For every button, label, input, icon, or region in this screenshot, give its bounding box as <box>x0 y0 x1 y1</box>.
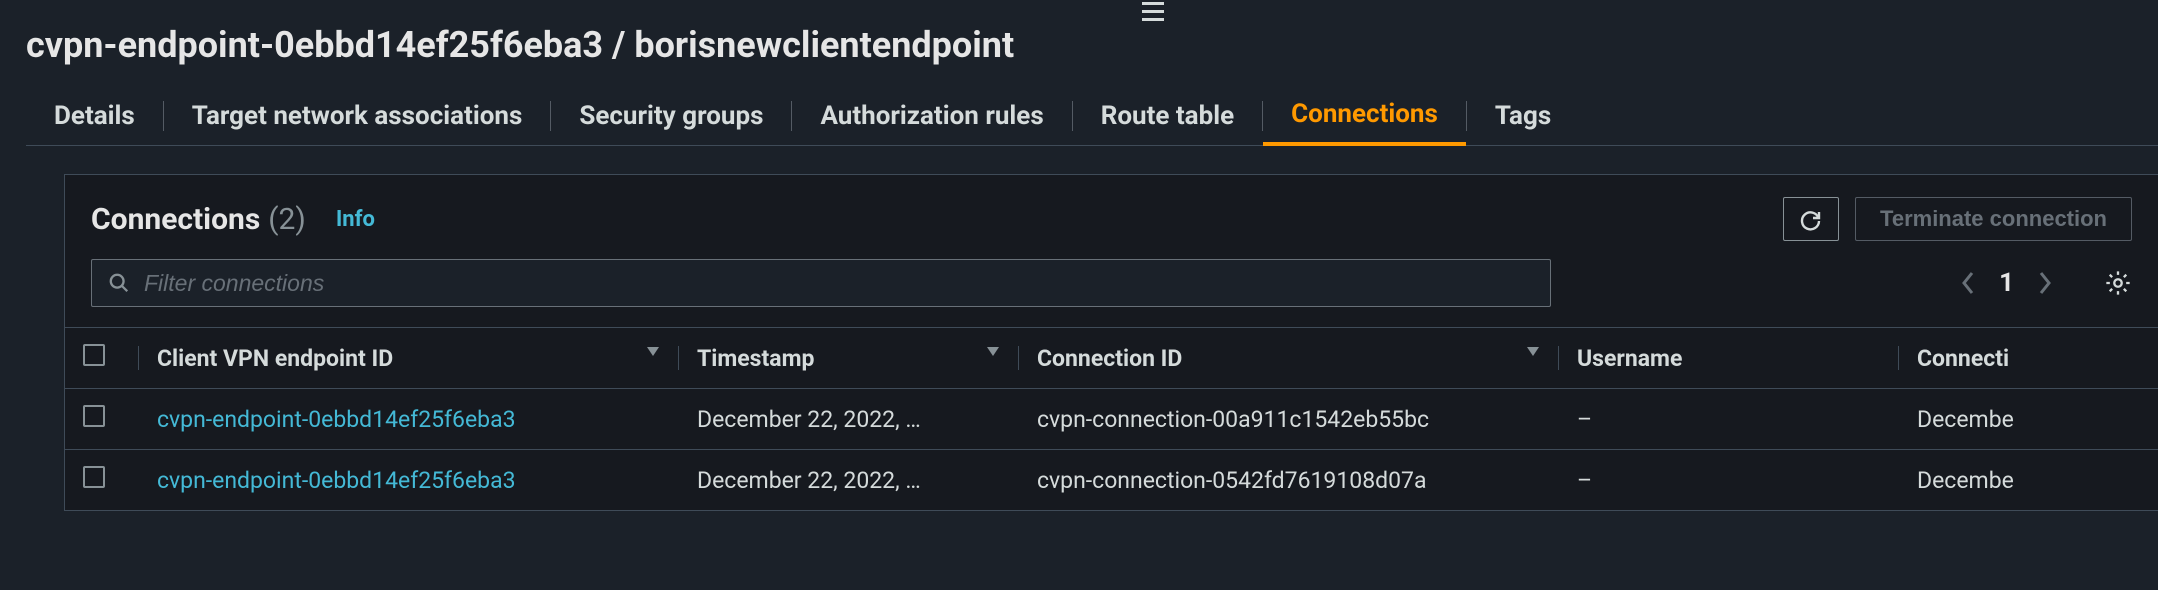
cell-username: – <box>1559 450 1899 511</box>
tab-route-table[interactable]: Route table <box>1073 86 1262 146</box>
endpoint-id-link[interactable]: cvpn-endpoint-0ebbd14ef25f6eba3 <box>157 467 516 494</box>
cell-connection-id: cvpn-connection-00a911c1542eb55bc <box>1019 389 1559 450</box>
endpoint-id-link[interactable]: cvpn-endpoint-0ebbd14ef25f6eba3 <box>157 406 516 433</box>
tab-tags[interactable]: Tags <box>1467 86 1579 146</box>
tabs-bar: Details Target network associations Secu… <box>26 86 2158 146</box>
cell-connection-established: Decembe <box>1899 450 2158 511</box>
search-icon <box>108 272 130 294</box>
cell-connection-established: Decembe <box>1899 389 2158 450</box>
column-label: Connection ID <box>1037 345 1182 372</box>
cell-timestamp: December 22, 2022, … <box>679 450 1019 511</box>
column-header-connection-established[interactable]: Connecti <box>1899 328 2158 389</box>
select-all-header <box>65 328 139 389</box>
column-label: Client VPN endpoint ID <box>157 345 393 372</box>
tab-connections[interactable]: Connections <box>1263 86 1466 146</box>
tab-authorization-rules[interactable]: Authorization rules <box>792 86 1071 146</box>
sort-icon[interactable] <box>985 345 1001 357</box>
column-header-timestamp[interactable]: Timestamp <box>679 328 1019 389</box>
row-checkbox[interactable] <box>83 466 105 488</box>
row-checkbox[interactable] <box>83 405 105 427</box>
connections-table: Client VPN endpoint ID Timestamp Connect… <box>65 327 2158 510</box>
cell-username: – <box>1559 389 1899 450</box>
table-row[interactable]: cvpn-endpoint-0ebbd14ef25f6eba3 December… <box>65 389 2158 450</box>
refresh-button[interactable] <box>1783 197 1839 241</box>
select-all-checkbox[interactable] <box>83 344 105 366</box>
column-header-username[interactable]: Username <box>1559 328 1899 389</box>
column-label: Connecti <box>1917 345 2009 372</box>
cell-timestamp: December 22, 2022, … <box>679 389 1019 450</box>
gear-icon <box>2104 269 2132 297</box>
settings-button[interactable] <box>2104 269 2132 297</box>
info-link[interactable]: Info <box>336 207 375 232</box>
cell-connection-id: cvpn-connection-0542fd7619108d07a <box>1019 450 1559 511</box>
pagination: 1 <box>1959 268 2132 298</box>
column-label: Timestamp <box>697 345 814 372</box>
filter-connections-input[interactable] <box>144 270 1534 297</box>
prev-page-button[interactable] <box>1959 269 1977 297</box>
sort-icon[interactable] <box>645 345 661 357</box>
panel-count: (2) <box>268 202 306 237</box>
table-header-row: Client VPN endpoint ID Timestamp Connect… <box>65 328 2158 389</box>
column-header-endpoint-id[interactable]: Client VPN endpoint ID <box>139 328 679 389</box>
hamburger-icon[interactable] <box>1142 0 1164 23</box>
page-title: cvpn-endpoint-0ebbd14ef25f6eba3 / borisn… <box>26 24 1014 66</box>
page-number: 1 <box>1999 268 2014 298</box>
panel-header: Connections (2) Info Terminate connectio… <box>65 175 2158 259</box>
column-header-connection-id[interactable]: Connection ID <box>1019 328 1559 389</box>
connections-panel: Connections (2) Info Terminate connectio… <box>64 174 2158 511</box>
tab-security-groups[interactable]: Security groups <box>551 86 791 146</box>
panel-title: Connections <box>91 202 260 237</box>
search-box[interactable] <box>91 259 1551 307</box>
table-row[interactable]: cvpn-endpoint-0ebbd14ef25f6eba3 December… <box>65 450 2158 511</box>
filter-row: 1 <box>65 259 2158 327</box>
sort-icon[interactable] <box>1525 345 1541 357</box>
column-label: Username <box>1577 345 1682 372</box>
refresh-icon <box>1799 207 1823 231</box>
next-page-button[interactable] <box>2036 269 2054 297</box>
terminate-connection-button[interactable]: Terminate connection <box>1855 197 2132 241</box>
tab-details[interactable]: Details <box>26 86 163 146</box>
tab-target-network-associations[interactable]: Target network associations <box>164 86 551 146</box>
